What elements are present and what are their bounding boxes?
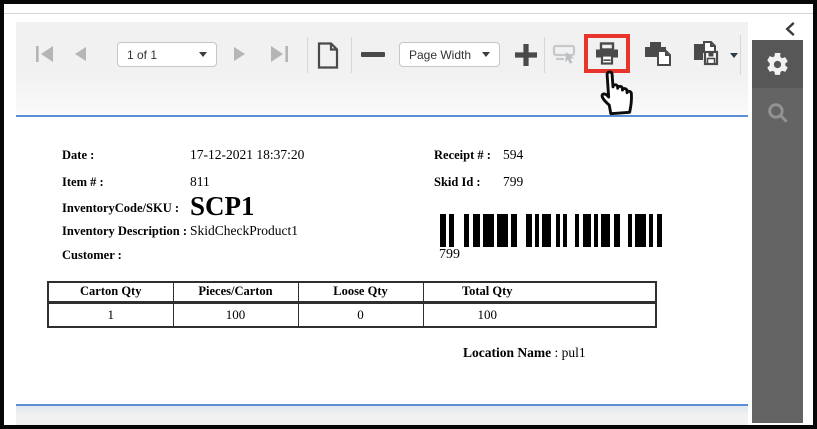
chevron-left-icon [784, 21, 797, 37]
print-document-button[interactable] [642, 40, 674, 68]
location-label: Location Name [463, 345, 551, 360]
side-panel [752, 40, 803, 423]
table-cell: 0 [298, 302, 423, 327]
table-header-row: Carton Qty Pieces/Carton Loose Qty Total… [48, 282, 656, 302]
export-menu-caret[interactable] [728, 51, 739, 59]
barcode-value: 799 [439, 247, 460, 263]
chevron-down-icon [482, 52, 490, 57]
col-header: Total Qty [423, 282, 656, 302]
field-value: 594 [503, 147, 523, 163]
toolbar-separator [544, 37, 545, 73]
search-tab[interactable] [752, 88, 803, 136]
pointing-hand-cursor [590, 63, 646, 121]
export-save-icon [691, 41, 723, 67]
printer-document-icon [643, 41, 673, 67]
field-label: Inventory Description : [62, 224, 187, 239]
location-separator: : [551, 345, 562, 360]
page-number-select[interactable]: 1 of 1 [117, 42, 217, 67]
plus-icon [513, 42, 539, 68]
toolbar-separator [740, 35, 741, 75]
location-line: Location Name : pul1 [463, 345, 586, 361]
field-value: 811 [190, 174, 210, 190]
zoom-in-button[interactable] [512, 41, 539, 68]
sku-value: SCP1 [190, 191, 255, 222]
col-header: Carton Qty [48, 282, 173, 302]
field-label: Skid Id : [434, 175, 481, 190]
page-number-value: 1 of 1 [127, 48, 157, 62]
search-icon [766, 101, 789, 124]
table-cell: 100 [423, 302, 656, 327]
field-value: 17-12-2021 18:37:20 [190, 147, 304, 163]
caret-down-icon [730, 53, 738, 58]
first-page-icon [34, 45, 56, 63]
table-row: 1 100 0 100 [48, 302, 656, 327]
field-label: Date : [62, 148, 94, 163]
field-label: InventoryCode/SKU : [62, 201, 179, 216]
viewer-background [16, 406, 748, 425]
toolbar-separator [307, 37, 308, 73]
field-value: SkidCheckProduct1 [190, 223, 298, 239]
select-tool-icon [552, 42, 580, 67]
barcode [440, 214, 662, 247]
first-page-button[interactable] [34, 45, 56, 63]
collapse-panel-button[interactable] [781, 20, 799, 38]
settings-tab[interactable] [752, 40, 803, 88]
field-value: 799 [503, 174, 523, 190]
table-cell: 1 [48, 302, 173, 327]
page-view-icon [317, 42, 339, 69]
table-cell: 100 [173, 302, 298, 327]
zoom-level-select[interactable]: Page Width [399, 42, 500, 67]
toolbar-separator [351, 37, 352, 73]
select-tool-button-disabled[interactable] [551, 41, 581, 67]
report-page: Date : 17-12-2021 18:37:20 Item # : 811 … [16, 117, 748, 404]
previous-page-button[interactable] [72, 46, 88, 62]
chevron-down-icon [199, 52, 207, 57]
field-label: Customer : [62, 248, 122, 263]
col-header: Pieces/Carton [173, 282, 298, 302]
report-viewer-window: 1 of 1 Page Width [0, 0, 817, 429]
last-page-icon [268, 45, 290, 63]
top-divider [4, 13, 813, 14]
next-page-button[interactable] [232, 46, 248, 62]
zoom-out-button[interactable] [360, 44, 386, 64]
page-view-button[interactable] [315, 40, 341, 70]
location-value: pul1 [562, 345, 586, 360]
previous-page-icon [72, 46, 88, 62]
minus-icon [361, 52, 385, 57]
last-page-button[interactable] [268, 45, 290, 63]
zoom-level-value: Page Width [409, 48, 471, 62]
field-label: Receipt # : [434, 148, 491, 163]
quantity-table: Carton Qty Pieces/Carton Loose Qty Total… [47, 281, 657, 328]
field-label: Item # : [62, 175, 104, 190]
next-page-icon [232, 46, 248, 62]
gear-icon [765, 52, 790, 77]
col-header: Loose Qty [298, 282, 423, 302]
export-button[interactable] [690, 40, 724, 68]
